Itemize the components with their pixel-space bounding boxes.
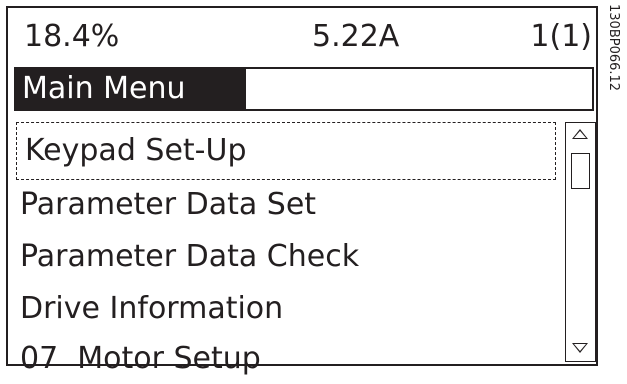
scrollbar[interactable] xyxy=(565,122,596,362)
menu-item-parameter-data-check[interactable]: Parameter Data Check xyxy=(20,232,359,282)
menu-item-keypad-setup[interactable]: Keypad Set-Up xyxy=(16,122,556,180)
status-line: 18.4% 5.22A 1(1) xyxy=(8,8,596,66)
current-readout: 5.22A xyxy=(312,19,400,54)
triangle-up-icon[interactable] xyxy=(572,129,588,139)
menu-title: Main Menu xyxy=(16,69,246,109)
menu-item-motor-setup[interactable]: 07 Motor Setup xyxy=(20,334,261,384)
figure-code: 130BP066.12 xyxy=(606,4,621,92)
menu-title-bar: Main Menu xyxy=(14,67,594,111)
scrollbar-thumb[interactable] xyxy=(571,153,590,189)
triangle-down-icon[interactable] xyxy=(572,343,588,353)
menu-item-parameter-data-set[interactable]: Parameter Data Set xyxy=(20,180,316,230)
menu-item-drive-information[interactable]: Drive Information xyxy=(20,284,283,334)
setup-indicator: 1(1) xyxy=(530,19,592,54)
lcp-display: 18.4% 5.22A 1(1) Main Menu Keypad Set-Up… xyxy=(6,6,598,376)
speed-readout: 18.4% xyxy=(24,19,120,54)
